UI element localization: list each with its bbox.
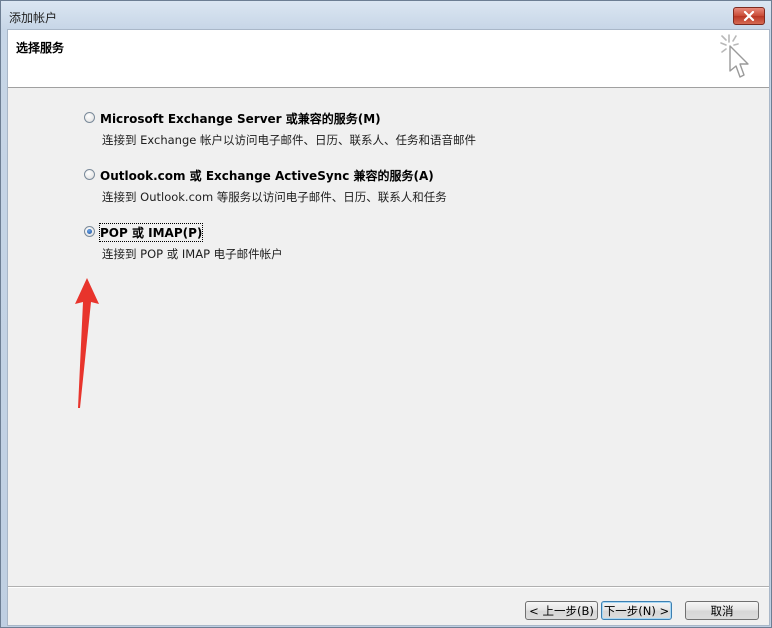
window-title: 添加帐户: [9, 11, 58, 25]
close-icon: [743, 11, 755, 21]
red-arrow-annotation: [75, 278, 99, 408]
cancel-button[interactable]: 取消: [685, 601, 759, 620]
page-title: 选择服务: [16, 41, 65, 55]
close-button[interactable]: [733, 7, 765, 25]
outlook-label[interactable]: Outlook.com 或 Exchange ActiveSync 兼容的服务(…: [100, 167, 434, 184]
dialog-body: 选择服务 Microsoft Exchange Server 或兼容的服务(M): [7, 29, 770, 626]
exchange-description: 连接到 Exchange 帐户以访问电子邮件、日历、联系人、任务和语音邮件: [102, 133, 476, 147]
option-exchange[interactable]: Microsoft Exchange Server 或兼容的服务(M) 连接到 …: [84, 110, 604, 147]
exchange-label[interactable]: Microsoft Exchange Server 或兼容的服务(M): [100, 110, 381, 127]
pop-imap-description: 连接到 POP 或 IMAP 电子邮件帐户: [102, 247, 283, 261]
footer-divider: [8, 586, 769, 588]
dialog-window: 添加帐户 选择服务 Microsoft Exchange Server 或兼容的…: [0, 0, 772, 628]
cursor-sparkle-icon: [720, 34, 749, 78]
pop-imap-radio[interactable]: [84, 226, 95, 237]
outlook-description: 连接到 Outlook.com 等服务以访问电子邮件、日历、联系人和任务: [102, 190, 447, 204]
option-pop-imap[interactable]: POP 或 IMAP(P) 连接到 POP 或 IMAP 电子邮件帐户: [84, 223, 604, 261]
option-outlook[interactable]: Outlook.com 或 Exchange ActiveSync 兼容的服务(…: [84, 167, 604, 204]
back-button[interactable]: < 上一步(B): [525, 601, 598, 620]
outlook-radio[interactable]: [84, 169, 95, 180]
title-bar[interactable]: 添加帐户: [1, 1, 771, 29]
wizard-header: 选择服务: [8, 30, 769, 88]
next-button[interactable]: 下一步(N) >: [601, 601, 672, 620]
exchange-radio[interactable]: [84, 112, 95, 123]
pop-imap-label[interactable]: POP 或 IMAP(P): [98, 223, 204, 242]
